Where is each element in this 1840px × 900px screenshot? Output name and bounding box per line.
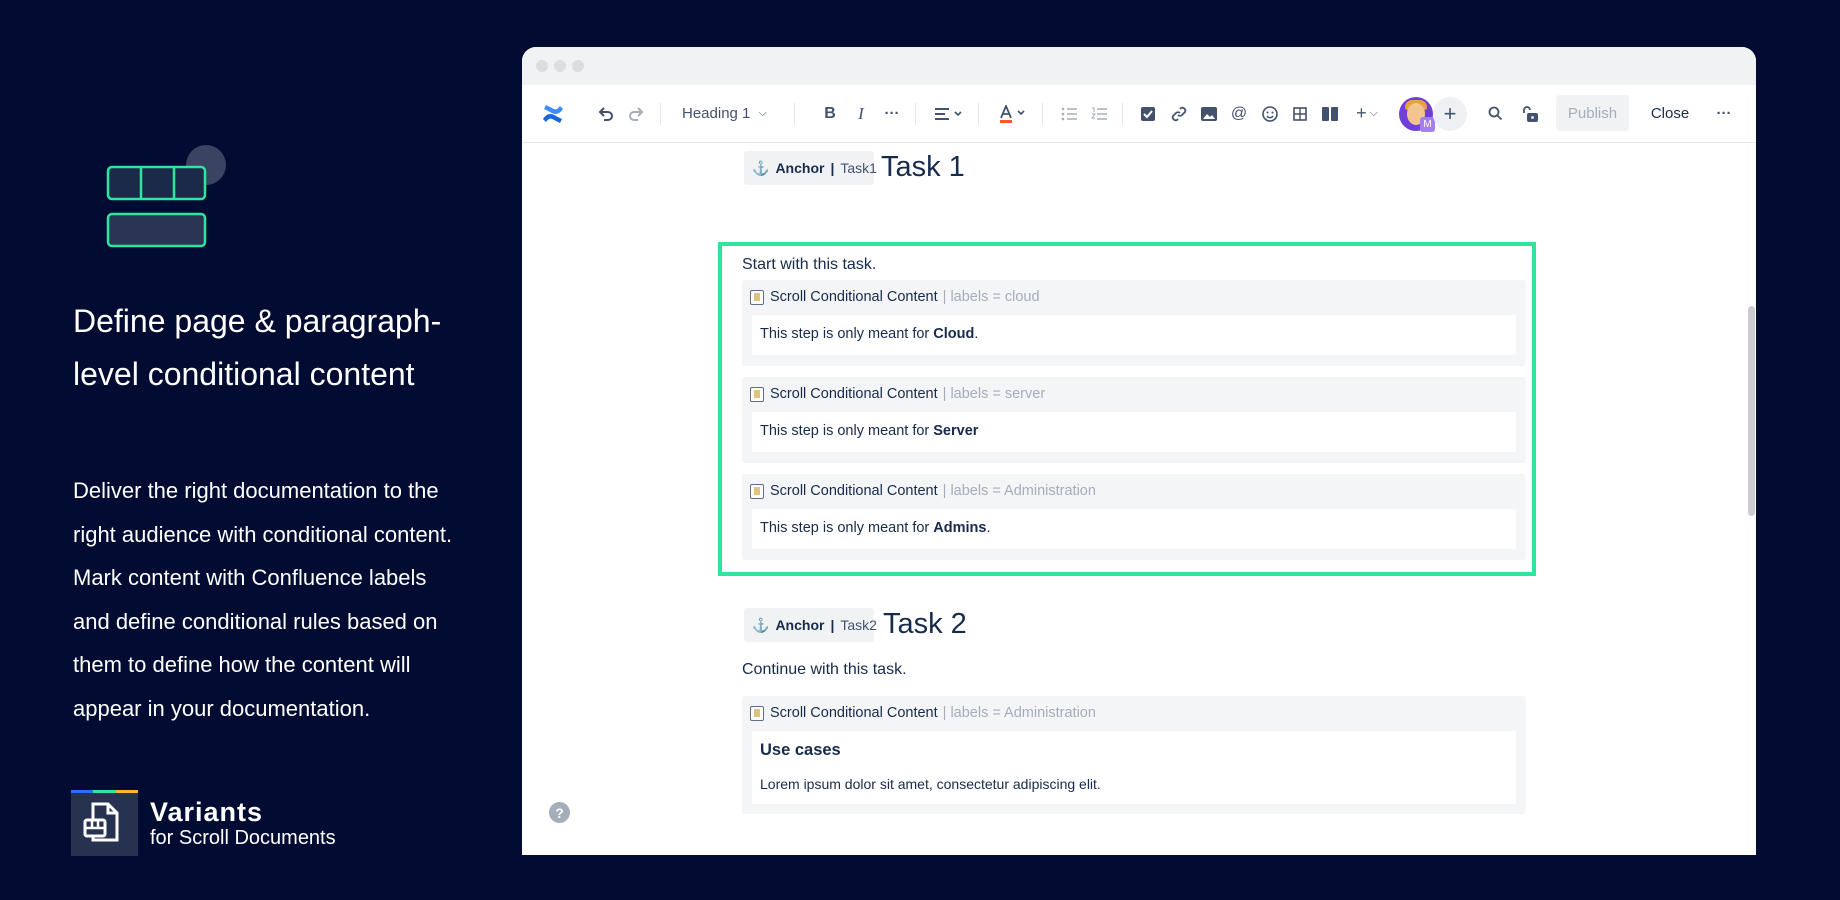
layouts-icon[interactable] bbox=[1319, 85, 1341, 142]
conditional-content-macro[interactable]: Scroll Conditional Content | labels = Ad… bbox=[742, 696, 1526, 814]
window-zoom-dot[interactable] bbox=[572, 60, 584, 72]
variants-logo-icon bbox=[71, 790, 138, 856]
task-checkbox-icon[interactable] bbox=[1137, 85, 1159, 142]
window-minimize-dot[interactable] bbox=[554, 60, 566, 72]
alignment-dropdown-icon[interactable] bbox=[932, 85, 966, 142]
mention-icon[interactable]: @ bbox=[1228, 85, 1250, 142]
vertical-scrollbar[interactable] bbox=[1748, 306, 1755, 516]
window-titlebar bbox=[522, 47, 1756, 85]
editor-toolbar: Heading 1 ⌵ B I ··· @ + ⌵ M + Publish Cl… bbox=[522, 85, 1756, 143]
conditional-content-macro[interactable]: Scroll Conditional Content | labels = cl… bbox=[742, 280, 1526, 366]
image-icon[interactable] bbox=[1198, 85, 1220, 142]
macro-title: Scroll Conditional Content bbox=[770, 483, 938, 499]
task1-intro: Start with this task. bbox=[742, 256, 877, 273]
use-cases-heading: Use cases bbox=[760, 741, 841, 759]
anchor-value: Task1 bbox=[840, 160, 877, 176]
macro-labels: | labels = server bbox=[942, 386, 1046, 402]
search-icon[interactable] bbox=[1483, 85, 1507, 142]
redo-icon[interactable] bbox=[624, 85, 648, 142]
macro-text: This step is only meant for Cloud. bbox=[760, 326, 979, 342]
lorem-paragraph: Lorem ipsum dolor sit amet, consectetur … bbox=[760, 776, 1101, 792]
conditional-content-macro[interactable]: Scroll Conditional Content | labels = Ad… bbox=[742, 474, 1526, 560]
bullet-list-icon[interactable] bbox=[1058, 85, 1080, 142]
italic-icon[interactable]: I bbox=[851, 85, 871, 142]
anchor-label: Anchor bbox=[775, 617, 825, 633]
more-options-icon[interactable]: ··· bbox=[1712, 85, 1736, 142]
anchor-icon: ⚓ bbox=[752, 616, 770, 633]
emoji-icon[interactable] bbox=[1259, 85, 1281, 142]
toolbar-divider bbox=[660, 103, 661, 125]
table-icon[interactable] bbox=[1289, 85, 1311, 142]
conditional-content-macro[interactable]: Scroll Conditional Content | labels = se… bbox=[742, 377, 1526, 463]
confluence-logo-icon[interactable] bbox=[540, 85, 566, 142]
macro-document-icon bbox=[750, 705, 764, 721]
task1-heading: Task 1 bbox=[881, 151, 965, 183]
anchor-icon: ⚓ bbox=[752, 159, 770, 176]
restrictions-unlock-icon[interactable] bbox=[1518, 85, 1542, 142]
anchor-macro-task2[interactable]: ⚓ Anchor | Task2 bbox=[744, 608, 877, 642]
macro-title: Scroll Conditional Content bbox=[770, 705, 938, 721]
brand-lockup: Variants for Scroll Documents bbox=[71, 790, 336, 856]
chevron-down-icon: ⌵ bbox=[758, 107, 767, 119]
window-close-dot[interactable] bbox=[536, 60, 548, 72]
publish-button[interactable]: Publish bbox=[1556, 95, 1629, 131]
task2-intro: Continue with this task. bbox=[742, 661, 907, 678]
help-icon[interactable]: ? bbox=[549, 802, 570, 823]
macro-title: Scroll Conditional Content bbox=[770, 386, 938, 402]
toolbar-divider bbox=[1042, 103, 1043, 125]
more-formatting-icon[interactable]: ··· bbox=[881, 85, 903, 142]
text-style-label: Heading 1 bbox=[682, 105, 751, 122]
text-style-dropdown[interactable]: Heading 1 ⌵ bbox=[682, 85, 778, 142]
task2-heading: Task 2 bbox=[883, 608, 967, 640]
conditional-content-icon bbox=[106, 145, 226, 248]
macro-document-icon bbox=[750, 483, 764, 499]
macro-labels: | labels = cloud bbox=[942, 289, 1040, 305]
macro-text: This step is only meant for Admins. bbox=[760, 520, 991, 536]
avatar-badge: M bbox=[1420, 117, 1435, 132]
bold-icon[interactable]: B bbox=[820, 85, 840, 142]
undo-icon[interactable] bbox=[594, 85, 618, 142]
macro-document-icon bbox=[750, 386, 764, 402]
toolbar-divider bbox=[794, 103, 795, 125]
invite-collaborator-button[interactable]: + bbox=[1433, 97, 1467, 131]
hero-description: Deliver the right documentation to the r… bbox=[73, 478, 453, 721]
text-color-icon[interactable] bbox=[996, 85, 1030, 142]
macro-title: Scroll Conditional Content bbox=[770, 289, 938, 305]
brand-subtitle: for Scroll Documents bbox=[150, 827, 336, 849]
anchor-macro-task1[interactable]: ⚓ Anchor | Task1 bbox=[744, 151, 877, 185]
macro-body[interactable]: This step is only meant for Admins. bbox=[752, 509, 1516, 549]
macro-body[interactable]: This step is only meant for Cloud. bbox=[752, 315, 1516, 355]
editor-content[interactable]: ⚓ Anchor | Task1 Task 1 Start with this … bbox=[522, 143, 1756, 855]
macro-labels: | labels = Administration bbox=[942, 483, 1096, 499]
toolbar-divider bbox=[915, 103, 916, 125]
insert-more-icon[interactable]: + ⌵ bbox=[1350, 85, 1384, 142]
link-icon[interactable] bbox=[1168, 85, 1190, 142]
macro-body[interactable]: Use cases Lorem ipsum dolor sit amet, co… bbox=[752, 731, 1516, 804]
toolbar-divider bbox=[978, 103, 979, 125]
anchor-value: Task2 bbox=[840, 617, 877, 633]
macro-labels: | labels = Administration bbox=[942, 705, 1096, 721]
macro-body[interactable]: This step is only meant for Server bbox=[752, 412, 1516, 452]
numbered-list-icon[interactable] bbox=[1088, 85, 1110, 142]
macro-text: This step is only meant for Server bbox=[760, 423, 979, 439]
macro-document-icon bbox=[750, 289, 764, 305]
brand-name: Variants bbox=[150, 797, 264, 827]
editor-window: Heading 1 ⌵ B I ··· @ + ⌵ M + Publish Cl… bbox=[522, 47, 1756, 855]
anchor-label: Anchor bbox=[775, 160, 825, 176]
close-button[interactable]: Close bbox=[1640, 95, 1700, 131]
hero-title: Define page & paragraph-level conditiona… bbox=[73, 303, 442, 392]
toolbar-divider bbox=[1122, 103, 1123, 125]
